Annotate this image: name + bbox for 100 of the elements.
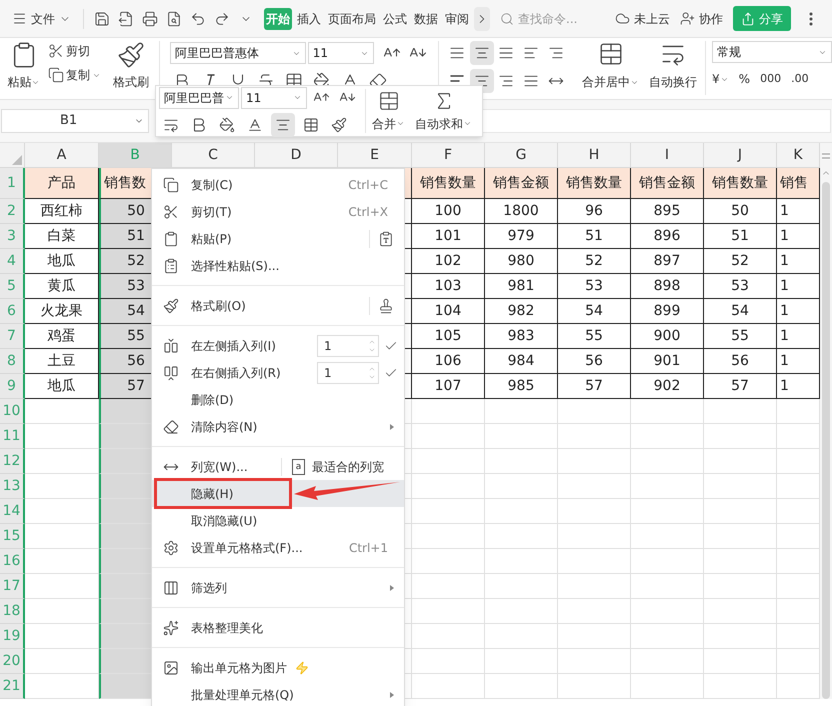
merge-center-button[interactable]: 合并居中 (582, 41, 640, 91)
merge-cells-icon (378, 90, 400, 112)
table-cell: 105 (412, 324, 485, 349)
table-cell: 1 (777, 299, 820, 324)
menu-item[interactable]: a 最适合的列宽 (292, 458, 384, 476)
caret-icon (463, 119, 472, 128)
collaborate-button[interactable]: 协作 (680, 10, 723, 28)
column-header[interactable]: D (255, 143, 338, 167)
table-cell: 黄瓜 (25, 274, 99, 299)
table-cell: 979 (485, 224, 558, 249)
vertical-scrollbar[interactable] (820, 143, 832, 699)
font-size-select[interactable]: 11 (308, 42, 374, 64)
copy-button[interactable]: 复制 (48, 66, 101, 84)
name-box[interactable]: B1 (1, 109, 149, 133)
preview-icon (166, 10, 182, 26)
column-header[interactable]: C (172, 143, 255, 167)
menu-item[interactable]: 在右侧插入列(R) (191, 364, 317, 382)
number-format-select[interactable]: 常规 (712, 41, 832, 63)
table-cell: 54 (704, 299, 777, 324)
insert-column-left-icon (163, 338, 179, 354)
column-header[interactable]: E (338, 143, 412, 167)
share-icon (741, 12, 755, 26)
ribbon-tab[interactable]: 插入 (295, 8, 323, 30)
paste-button[interactable]: 粘贴 (2, 41, 46, 91)
fill-color-icon (219, 116, 235, 132)
column-header[interactable]: H (558, 143, 631, 167)
ribbon-tab[interactable]: 公式 (381, 8, 409, 30)
file-menu[interactable]: 文件 (8, 6, 75, 32)
currency-button[interactable]: ¥ (712, 70, 729, 88)
table-cell: 897 (631, 249, 704, 274)
split-icon[interactable] (822, 152, 830, 158)
font-size-select[interactable]: 11 (241, 86, 307, 108)
ribbon-tab[interactable]: 审阅 (443, 8, 471, 30)
menu-item[interactable]: 清除内容(N) (152, 413, 404, 440)
table-cell (777, 424, 820, 449)
table-cell: 900 (631, 324, 704, 349)
cut-button[interactable]: 剪切 (48, 42, 101, 60)
cloud-status[interactable]: 未上云 (615, 10, 670, 28)
ribbon-tab[interactable]: 页面布局 (326, 8, 378, 30)
align-top-icon (448, 45, 465, 61)
table-cell: 火龙果 (25, 299, 99, 324)
table-cell (777, 674, 820, 699)
header-cell: 销售数量 (704, 168, 777, 199)
borders-icon (303, 116, 319, 132)
stamp-icon[interactable] (378, 298, 394, 314)
table-cell: 土豆 (25, 349, 99, 374)
column-header[interactable]: F (412, 143, 485, 167)
font-select[interactable]: 阿里巴巴普 (159, 86, 239, 108)
search-field[interactable]: 查找命令... (500, 10, 595, 28)
menu-item[interactable]: 设置单元格格式(F)... Ctrl+1 (152, 534, 404, 561)
table-cell (777, 399, 820, 424)
decimal-button[interactable]: .00 (791, 70, 809, 88)
more-button[interactable] (807, 10, 815, 28)
paintbrush-icon (116, 41, 145, 69)
paste-text-icon[interactable] (378, 230, 394, 246)
paste-special-icon (163, 258, 179, 274)
menu-icon (12, 11, 27, 26)
number-spinner[interactable]: 1 (317, 334, 379, 356)
wrap-text-button[interactable]: 自动换行 (649, 41, 698, 91)
autosum-button[interactable]: 自动求和 (415, 90, 472, 132)
table-cell: 901 (631, 349, 704, 374)
indent-icon (548, 45, 564, 61)
menu-item[interactable]: 取消隐藏(U) (152, 507, 404, 534)
thousands-button[interactable]: 000 (760, 70, 782, 88)
ribbon-tab[interactable]: 数据 (412, 8, 440, 30)
merge-button[interactable]: 合并 (372, 90, 405, 132)
menu-item[interactable]: 输出单元格为图片 (152, 654, 404, 681)
column-header[interactable]: J (704, 143, 777, 167)
scroll-thumb[interactable] (822, 182, 830, 699)
column-header[interactable]: G (485, 143, 558, 167)
menu-item[interactable]: 列宽(W)... (191, 458, 281, 476)
table-cell: 56 (704, 349, 777, 374)
format-painter-button[interactable]: 格式刷 (112, 41, 149, 91)
table-cell: 52 (558, 249, 631, 274)
table-cell: 地瓜 (25, 249, 99, 274)
user-plus-icon (680, 11, 695, 26)
align-middle-button[interactable] (470, 41, 494, 65)
number-spinner[interactable]: 1 (317, 362, 379, 384)
more-icon (809, 12, 813, 26)
table-cell: 55 (558, 324, 631, 349)
percent-button[interactable]: % (738, 70, 750, 88)
menu-item[interactable]: 隐藏(H) (152, 480, 404, 507)
clear-icon (163, 418, 179, 434)
menu-item[interactable]: 表格整理美化 (152, 614, 404, 641)
undo-icon (190, 10, 206, 26)
menu-item[interactable]: 批量处理单元格(Q) (152, 681, 404, 706)
menu-item[interactable]: 在左侧插入列(I) (191, 336, 317, 354)
table-cell: 白菜 (25, 224, 99, 249)
caret-icon (396, 119, 405, 128)
align-center-button[interactable] (271, 112, 295, 136)
font-select[interactable]: 阿里巴巴普惠体 (170, 42, 306, 64)
table-cell: 899 (631, 299, 704, 324)
table-cell: 53 (704, 274, 777, 299)
submenu-arrow-icon (390, 424, 394, 430)
column-header[interactable]: I (631, 143, 704, 167)
search-icon (500, 12, 514, 26)
menu-item[interactable]: 筛选列 (152, 574, 404, 601)
table-cell: 104 (412, 299, 485, 324)
table-cell: 898 (631, 274, 704, 299)
table-cell (777, 599, 820, 624)
